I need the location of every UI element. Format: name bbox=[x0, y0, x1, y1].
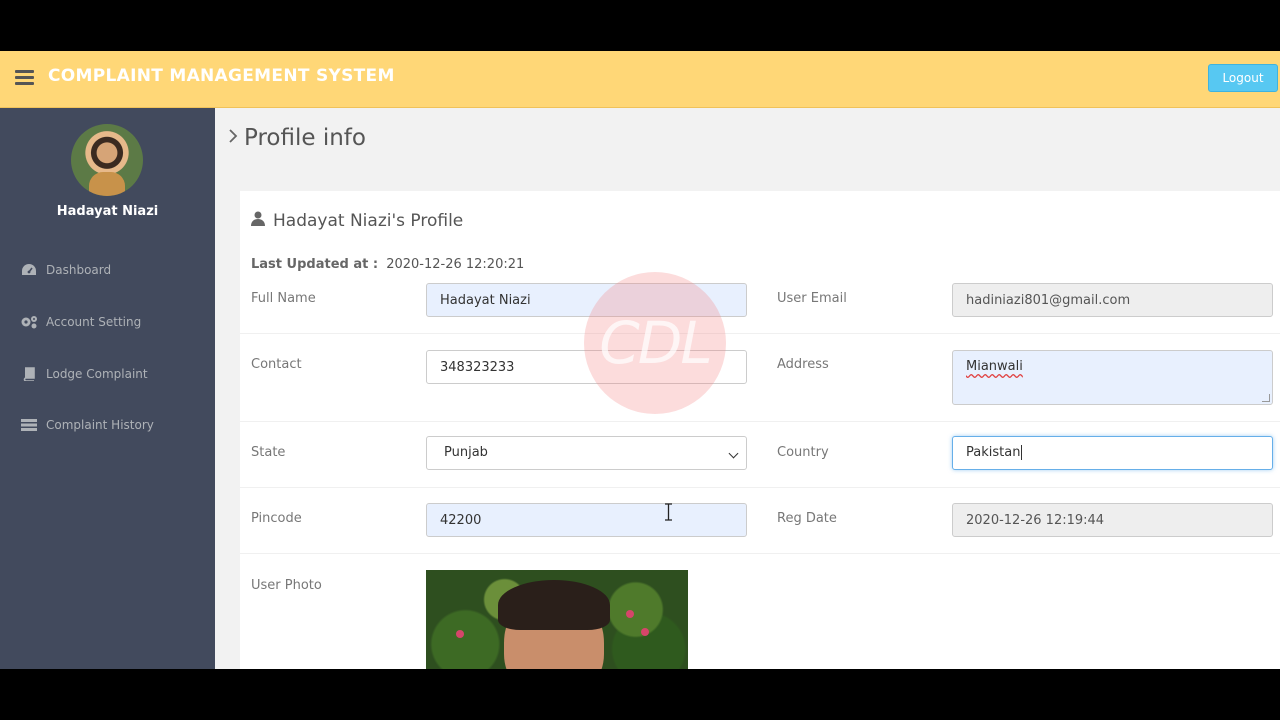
chevron-right-icon bbox=[228, 128, 238, 149]
state-selected-value: Punjab bbox=[444, 445, 488, 460]
sidebar-item-account-setting[interactable]: Account Setting bbox=[20, 311, 141, 333]
user-photo-label: User Photo bbox=[251, 578, 322, 593]
state-select[interactable]: Punjab bbox=[426, 436, 747, 470]
logout-button[interactable]: Logout bbox=[1208, 64, 1278, 92]
profile-panel: Hadayat Niazi's Profile Last Updated at … bbox=[240, 191, 1280, 669]
app-window: COMPLAINT MANAGEMENT SYSTEM Logout Haday… bbox=[0, 51, 1280, 669]
page-title: Profile info bbox=[244, 125, 366, 151]
photo-flower bbox=[626, 610, 634, 618]
sidebar-item-dashboard[interactable]: Dashboard bbox=[20, 259, 111, 281]
menu-toggle-icon[interactable] bbox=[15, 70, 34, 85]
contact-label: Contact bbox=[251, 357, 302, 372]
sidebar-item-lodge-complaint[interactable]: Lodge Complaint bbox=[20, 363, 148, 385]
last-updated: Last Updated at : 2020-12-26 12:20:21 bbox=[251, 257, 524, 272]
sidebar-item-label: Complaint History bbox=[46, 418, 154, 432]
country-label: Country bbox=[777, 445, 829, 460]
cogs-icon bbox=[20, 315, 38, 329]
row-divider bbox=[240, 333, 1280, 334]
photo-flower bbox=[641, 628, 649, 636]
row-divider bbox=[240, 487, 1280, 488]
breadcrumb: Profile info bbox=[228, 125, 366, 151]
pincode-input[interactable] bbox=[426, 503, 747, 537]
sidebar-user-name: Hadayat Niazi bbox=[56, 204, 159, 219]
address-textarea[interactable]: Mianwali bbox=[952, 350, 1273, 405]
sidebar-item-label: Lodge Complaint bbox=[46, 367, 148, 381]
app-title[interactable]: COMPLAINT MANAGEMENT SYSTEM bbox=[48, 66, 395, 86]
user-photo bbox=[426, 570, 688, 669]
user-icon bbox=[251, 211, 265, 231]
sidebar-item-label: Dashboard bbox=[46, 263, 112, 277]
user-email-input[interactable] bbox=[952, 283, 1273, 317]
sidebar: Hadayat Niazi Dashboard Account Setting … bbox=[0, 108, 215, 669]
text-cursor-icon bbox=[665, 503, 672, 521]
book-icon bbox=[20, 367, 38, 381]
last-updated-value: 2020-12-26 12:20:21 bbox=[386, 257, 525, 272]
row-divider bbox=[240, 421, 1280, 422]
video-letterbox-bottom bbox=[0, 669, 1280, 720]
reg-date-input[interactable] bbox=[952, 503, 1273, 537]
top-header: COMPLAINT MANAGEMENT SYSTEM Logout bbox=[0, 51, 1280, 108]
sidebar-item-complaint-history[interactable]: Complaint History bbox=[20, 414, 154, 436]
country-value: Pakistan bbox=[966, 445, 1021, 460]
text-caret bbox=[1021, 445, 1023, 460]
full-name-label: Full Name bbox=[251, 291, 316, 306]
chevron-down-icon bbox=[728, 448, 739, 459]
list-icon bbox=[20, 418, 38, 432]
watermark-logo: CDL bbox=[584, 272, 726, 414]
address-value: Mianwali bbox=[966, 359, 1023, 374]
last-updated-label: Last Updated at : bbox=[251, 257, 379, 272]
user-email-label: User Email bbox=[777, 291, 847, 306]
reg-date-label: Reg Date bbox=[777, 511, 837, 526]
sidebar-item-label: Account Setting bbox=[46, 315, 142, 329]
profile-heading: Hadayat Niazi's Profile bbox=[251, 211, 463, 231]
profile-heading-text: Hadayat Niazi's Profile bbox=[273, 211, 464, 231]
resize-handle-icon[interactable] bbox=[1262, 394, 1270, 402]
row-divider bbox=[240, 553, 1280, 554]
country-input[interactable]: Pakistan bbox=[952, 436, 1273, 470]
state-label: State bbox=[251, 445, 286, 460]
pincode-label: Pincode bbox=[251, 511, 302, 526]
photo-hair bbox=[498, 580, 610, 630]
address-label: Address bbox=[777, 357, 829, 372]
video-letterbox-top bbox=[0, 0, 1280, 51]
avatar[interactable] bbox=[71, 124, 143, 196]
dashboard-icon bbox=[20, 263, 38, 277]
photo-flower bbox=[456, 630, 464, 638]
